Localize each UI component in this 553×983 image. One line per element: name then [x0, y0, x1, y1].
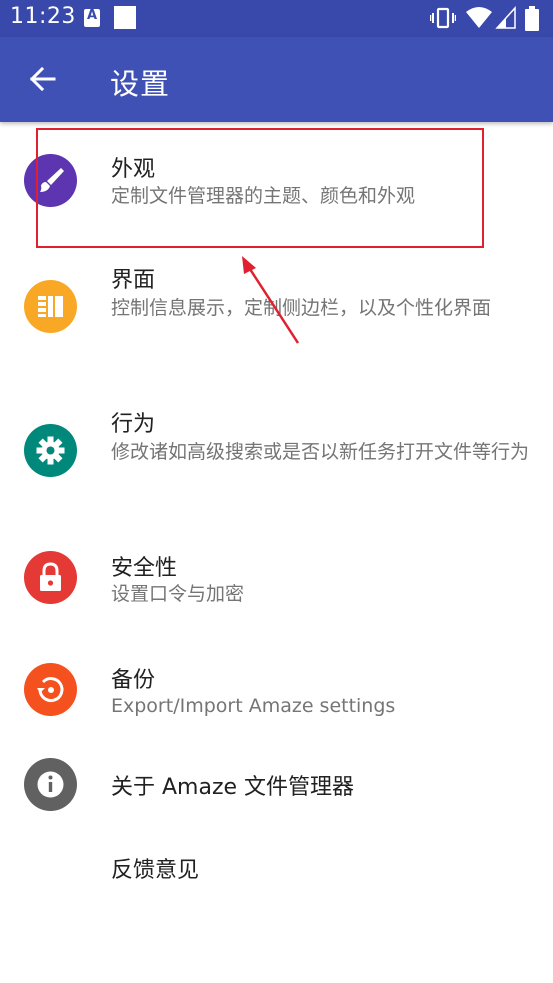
app-bar: 设置 [0, 37, 553, 122]
page-title: 设置 [110, 67, 171, 101]
settings-item-about[interactable]: 关于 Amaze 文件管理器 [0, 758, 553, 838]
item-subtitle: 设置口令与加密 [111, 583, 245, 605]
settings-item-behavior[interactable]: 行为 修改诸如高级搜索或是否以新任务打开文件等行为 [0, 394, 553, 526]
restore-icon [24, 663, 77, 716]
signal-icon [495, 6, 516, 29]
item-title: 外观 [111, 157, 156, 182]
back-button[interactable] [20, 57, 64, 101]
item-title: 界面 [111, 268, 156, 293]
settings-item-feedback[interactable]: 反馈意见 [0, 842, 553, 902]
item-subtitle: 定制文件管理器的主题、颜色和外观 [111, 185, 416, 207]
notification-icon [114, 6, 136, 29]
status-bar: 11:23 A [0, 0, 553, 37]
status-time: 11:23 [10, 4, 76, 29]
settings-item-security[interactable]: 安全性 设置口令与加密 [0, 538, 553, 638]
view-quilt-icon [24, 280, 77, 333]
battery-icon [525, 6, 539, 31]
item-title: 反馈意见 [111, 858, 200, 883]
settings-item-backup[interactable]: 备份 Export/Import Amaze settings [0, 650, 553, 750]
item-subtitle: 控制信息展示，定制侧边栏，以及个性化界面 [111, 297, 492, 319]
brush-icon [24, 154, 77, 207]
item-title: 行为 [111, 412, 156, 437]
settings-item-interface[interactable]: 界面 控制信息展示，定制侧边栏，以及个性化界面 [0, 250, 553, 382]
lock-icon [24, 551, 77, 604]
a-icon: A [84, 8, 100, 27]
item-subtitle: 修改诸如高级搜索或是否以新任务打开文件等行为 [111, 441, 530, 463]
info-icon [24, 758, 77, 811]
vibrate-icon [430, 7, 456, 29]
item-title: 关于 Amaze 文件管理器 [111, 775, 355, 800]
settings-item-appearance[interactable]: 外观 定制文件管理器的主题、颜色和外观 [0, 136, 553, 236]
gear-icon [24, 424, 77, 477]
wifi-icon [466, 7, 492, 28]
item-subtitle: Export/Import Amaze settings [111, 695, 396, 717]
back-arrow-icon [29, 66, 56, 92]
